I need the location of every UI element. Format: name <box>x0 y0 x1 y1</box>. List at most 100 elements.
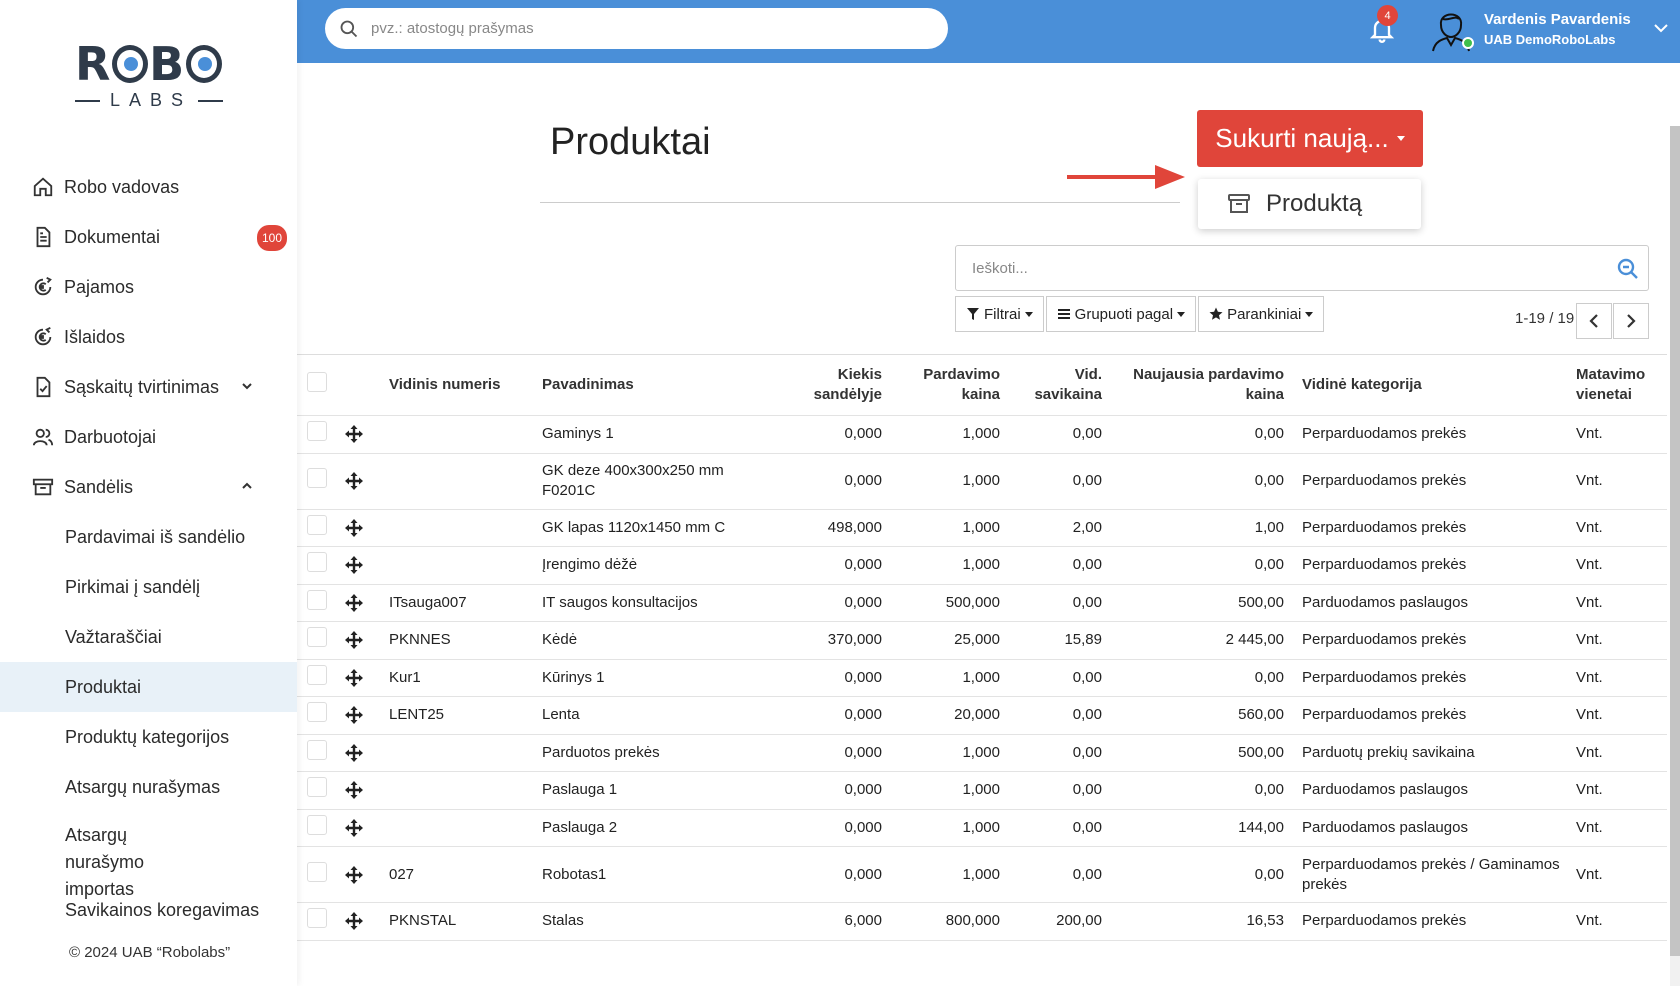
drag-handle[interactable] <box>335 706 383 725</box>
drag-handle[interactable] <box>335 593 383 612</box>
global-search-input[interactable] <box>371 20 911 37</box>
sidebar-item-label: Išlaidos <box>64 326 126 347</box>
caret-down-icon <box>1396 136 1405 141</box>
column-header-sale-price[interactable]: Pardavimo kaina <box>888 365 1006 405</box>
row-checkbox[interactable] <box>307 814 327 835</box>
table-row[interactable]: GK lapas 1120x1450 mm C 498,000 1,000 2,… <box>297 510 1667 547</box>
row-checkbox[interactable] <box>307 739 327 760</box>
row-checkbox[interactable] <box>307 908 327 929</box>
top-bar: 4 Vardenis Pavardenis UAB DemoRoboLabs <box>297 0 1680 63</box>
sidebar-subitem-vaztarasciai[interactable]: Važtaraščiai <box>0 612 297 662</box>
cell-name: GK lapas 1120x1450 mm C <box>542 518 726 536</box>
sidebar-subitem-atsargu-nurasymas[interactable]: Atsargų nurašymas <box>0 762 297 812</box>
sidebar-item-robo-vadovas[interactable]: Robo vadovas <box>0 162 297 212</box>
sidebar-item-dokumentai[interactable]: Dokumentai 100 <box>0 212 297 262</box>
drag-handle[interactable] <box>335 781 383 800</box>
cell-latest-price: 144,00 <box>1238 818 1284 836</box>
pointer-arrow-icon <box>1067 165 1185 189</box>
sidebar-item-label: Sandėlis <box>64 476 134 497</box>
row-checkbox[interactable] <box>307 702 327 723</box>
sidebar-subitem-pirkimai[interactable]: Pirkimai į sandėlį <box>0 562 297 612</box>
sidebar-item-sandelis[interactable]: Sandėlis <box>0 462 297 512</box>
table-row[interactable]: Paslauga 1 0,000 1,000 0,00 0,00 Parduod… <box>297 772 1667 810</box>
table-row[interactable]: Kur1 Kūrinys 1 0,000 1,000 0,00 0,00 Per… <box>297 660 1667 697</box>
robolabs-logo[interactable]: RB LABS <box>75 40 223 118</box>
drag-handle[interactable] <box>335 912 383 931</box>
sidebar-subitem-atsargu-nurasymo-importas[interactable]: Atsargų nurašymo importas <box>0 812 210 899</box>
table-row[interactable]: 027 Robotas1 0,000 1,000 0,00 0,00 Perpa… <box>297 847 1667 903</box>
column-header-category[interactable]: Vidinė kategorija <box>1290 375 1570 395</box>
table-row[interactable]: LENT25 Lenta 0,000 20,000 0,00 560,00 Pe… <box>297 697 1667 735</box>
sidebar-item-darbuotojai[interactable]: Darbuotojai <box>0 412 297 462</box>
column-header-name[interactable]: Pavadinimas <box>536 375 779 395</box>
table-row[interactable]: Paslauga 2 0,000 1,000 0,00 144,00 Pardu… <box>297 810 1667 847</box>
column-header-unit[interactable]: Matavimo vienetai <box>1570 365 1665 405</box>
caret-down-icon <box>1024 311 1033 317</box>
table-row[interactable]: PKNSTAL Stalas 6,000 800,000 200,00 16,5… <box>297 903 1667 941</box>
row-checkbox[interactable] <box>307 664 327 685</box>
row-checkbox[interactable] <box>307 589 327 610</box>
drag-handle[interactable] <box>335 818 383 837</box>
drag-handle[interactable] <box>335 865 383 884</box>
previous-page-button[interactable] <box>1576 303 1612 339</box>
row-checkbox[interactable] <box>307 421 327 442</box>
search-icon[interactable] <box>1616 257 1640 281</box>
move-icon <box>345 818 363 837</box>
sidebar-item-saskaitu-tvirtinimas[interactable]: Sąskaitų tvirtinimas <box>0 362 297 412</box>
drag-handle[interactable] <box>335 631 383 650</box>
cell-latest-price: 0,00 <box>1254 865 1284 883</box>
chevron-down-icon[interactable] <box>1653 22 1669 34</box>
cell-sale-price: 1,000 <box>962 743 1000 761</box>
next-page-button[interactable] <box>1613 303 1649 339</box>
chevron-up-icon[interactable] <box>241 480 253 492</box>
filters-button[interactable]: Filtrai <box>955 296 1044 332</box>
select-all-checkbox[interactable] <box>307 372 327 392</box>
row-checkbox[interactable] <box>307 861 327 882</box>
row-checkbox[interactable] <box>307 777 327 798</box>
product-search[interactable] <box>955 245 1649 291</box>
cell-name: Lenta <box>542 706 580 724</box>
home-icon <box>32 176 54 198</box>
row-checkbox[interactable] <box>307 468 327 488</box>
drag-handle[interactable] <box>335 472 383 490</box>
cell-quantity: 0,000 <box>844 781 882 799</box>
table-row[interactable]: PKNNES Kėdė 370,000 25,000 15,89 2 445,0… <box>297 622 1667 660</box>
table-row[interactable]: ITsauga007 IT saugos konsultacijos 0,000… <box>297 585 1667 622</box>
column-header-average-cost[interactable]: Vid. savikaina <box>1006 365 1108 405</box>
chevron-down-icon[interactable] <box>241 380 253 392</box>
row-checkbox[interactable] <box>307 627 327 648</box>
row-checkbox[interactable] <box>307 514 327 535</box>
drag-handle[interactable] <box>335 518 383 537</box>
column-header-internal-number[interactable]: Vidinis numeris <box>383 375 536 395</box>
drag-handle[interactable] <box>335 556 383 575</box>
sidebar-subitem-produktai[interactable]: Produktai <box>0 662 297 712</box>
sidebar-item-pajamos[interactable]: Pajamos <box>0 262 297 312</box>
scrollbar-thumb[interactable] <box>1670 126 1680 956</box>
table-row[interactable]: Parduotos prekės 0,000 1,000 0,00 500,00… <box>297 735 1667 772</box>
group-by-button[interactable]: Grupuoti pagal <box>1045 296 1197 332</box>
user-name[interactable]: Vardenis Pavardenis <box>1484 11 1631 28</box>
move-icon <box>345 865 363 884</box>
column-header-latest-price[interactable]: Naujausia pardavimo kaina <box>1108 365 1290 405</box>
cell-unit: Vnt. <box>1576 706 1603 724</box>
table-row[interactable]: Įrengimo dėžė 0,000 1,000 0,00 0,00 Perp… <box>297 547 1667 585</box>
table-row[interactable]: GK deze 400x300x250 mm F0201C 0,000 1,00… <box>297 454 1667 510</box>
cell-latest-price: 2 445,00 <box>1225 631 1284 649</box>
drag-handle[interactable] <box>335 743 383 762</box>
global-search[interactable] <box>325 8 948 49</box>
table-row[interactable]: Gaminys 1 0,000 1,000 0,00 0,00 Perpardu… <box>297 416 1667 454</box>
sidebar-item-islaidos[interactable]: Išlaidos <box>0 312 297 362</box>
cell-internal-number: 027 <box>389 865 415 883</box>
favorites-button[interactable]: Parankiniai <box>1198 296 1325 332</box>
cell-quantity: 0,000 <box>844 425 882 443</box>
sidebar-subitem-produktu-kategorijos[interactable]: Produktų kategorijos <box>0 712 297 762</box>
sidebar-subitem-pardavimai[interactable]: Pardavimai iš sandėlio <box>0 512 297 562</box>
product-search-input[interactable] <box>972 259 1592 277</box>
column-header-quantity[interactable]: Kiekis sandėlyje <box>779 365 888 405</box>
row-checkbox[interactable] <box>307 552 327 573</box>
pager-range[interactable]: 1-19 / 19 <box>1515 310 1574 327</box>
drag-handle[interactable] <box>335 425 383 444</box>
drag-handle[interactable] <box>335 668 383 687</box>
create-product-menu-item[interactable]: Produktą <box>1198 179 1421 229</box>
create-new-button[interactable]: Sukurti naują... <box>1197 110 1423 167</box>
